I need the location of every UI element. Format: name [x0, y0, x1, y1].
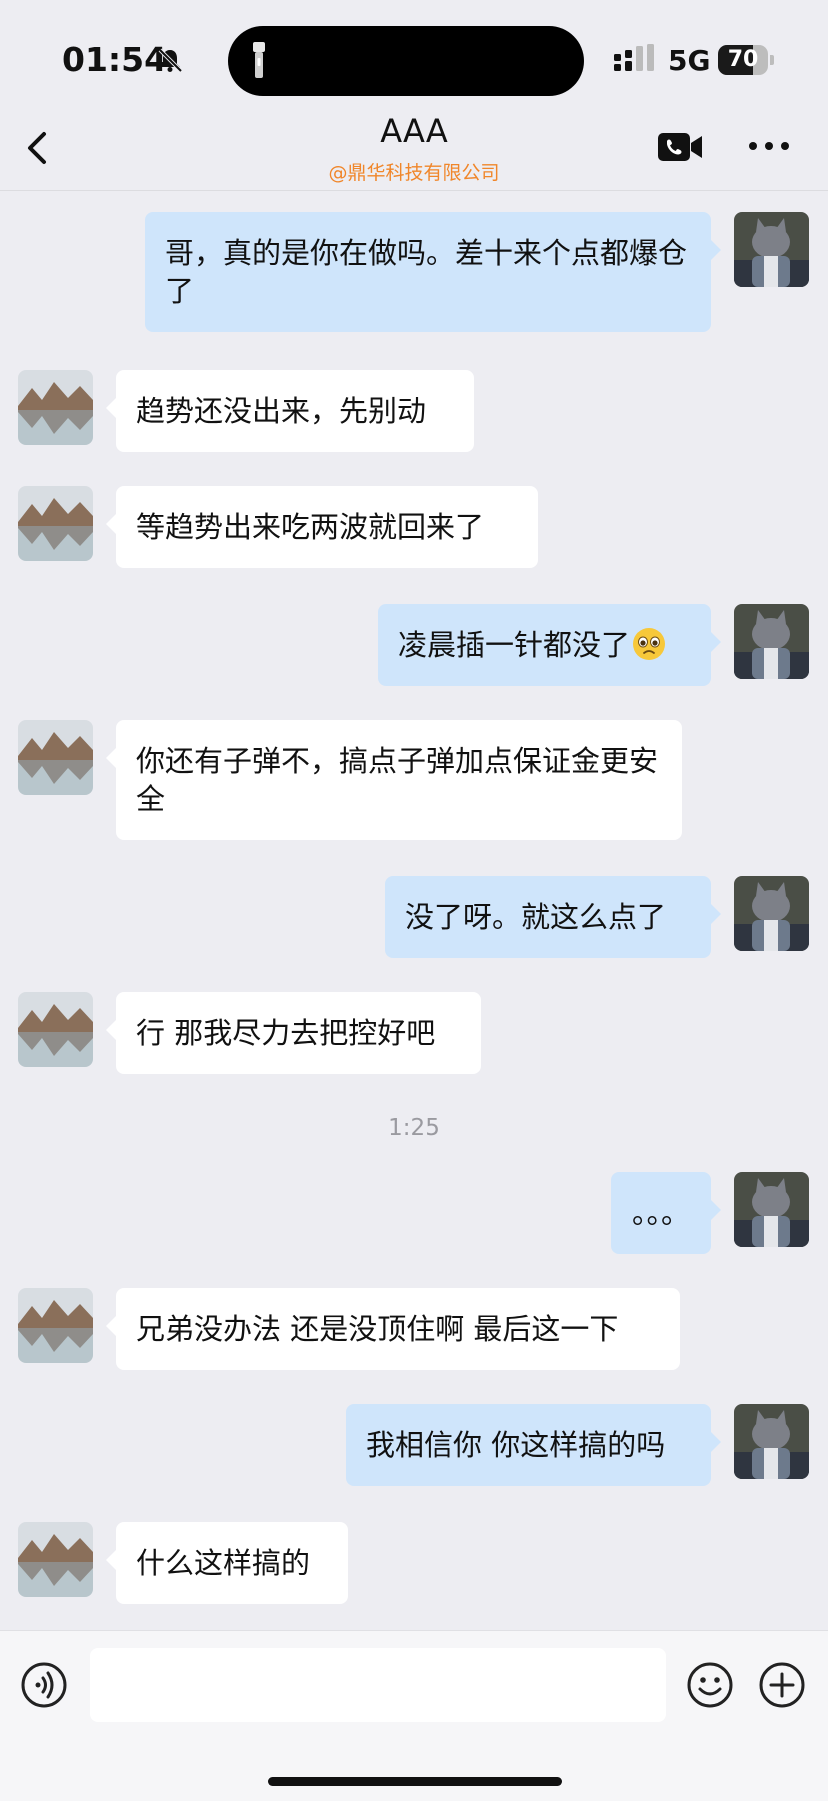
input-bar — [0, 1630, 828, 1801]
bell-muted-icon — [158, 48, 183, 73]
incoming-message-bubble[interactable]: 兄弟没办法 还是没顶住啊 最后这一下 — [106, 1288, 680, 1370]
incoming-message-bubble[interactable]: 什么这样搞的 — [106, 1522, 348, 1604]
emoji-icon[interactable] — [686, 1661, 734, 1709]
voice-input-icon[interactable] — [20, 1661, 68, 1709]
signal-icon — [614, 44, 654, 71]
incoming-message-bubble[interactable]: 你还有子弹不，搞点子弹加点保证金更安全 — [106, 720, 682, 840]
battery-icon: 70 — [718, 45, 776, 75]
pleading-face-icon — [633, 628, 666, 660]
video-call-icon[interactable] — [656, 130, 704, 164]
contact-avatar[interactable] — [18, 720, 93, 795]
outgoing-message-bubble[interactable]: 。。。 — [611, 1172, 721, 1254]
home-indicator[interactable] — [268, 1777, 562, 1786]
more-options-icon[interactable] — [746, 134, 792, 158]
contact-avatar[interactable] — [18, 1288, 93, 1363]
incoming-message-bubble[interactable]: 趋势还没出来，先别动 — [106, 370, 474, 452]
flashlight-icon — [253, 42, 265, 78]
outgoing-message-bubble[interactable]: 我相信你 你这样搞的吗 — [346, 1404, 721, 1486]
dynamic-island — [228, 26, 584, 96]
battery-level: 70 — [727, 47, 759, 72]
contact-avatar[interactable] — [18, 992, 93, 1067]
contact-avatar[interactable] — [18, 486, 93, 561]
my-avatar[interactable] — [734, 1172, 809, 1247]
my-avatar[interactable] — [734, 604, 809, 679]
add-attachment-icon[interactable] — [758, 1661, 806, 1709]
chat-header: AAA @鼎华科技有限公司 — [0, 100, 828, 191]
my-avatar[interactable] — [734, 212, 809, 287]
message-list[interactable]: 哥，真的是你在做吗。差十来个点都爆仓了 趋势还没出来，先别动 等趋势出来吃两波就… — [0, 190, 828, 1630]
incoming-message-bubble[interactable]: 等趋势出来吃两波就回来了 — [106, 486, 538, 568]
message-text: 凌晨插一针都没了 — [398, 628, 631, 662]
contact-avatar[interactable] — [18, 370, 93, 445]
outgoing-message-bubble[interactable]: 没了呀。就这么点了 — [385, 876, 721, 958]
outgoing-message-bubble[interactable]: 凌晨插一针都没了 — [378, 604, 721, 686]
status-time: 01:54 — [62, 40, 168, 79]
message-input[interactable] — [90, 1648, 666, 1722]
timestamp: 1:25 — [388, 1115, 440, 1141]
outgoing-message-bubble[interactable]: 哥，真的是你在做吗。差十来个点都爆仓了 — [145, 212, 721, 332]
my-avatar[interactable] — [734, 876, 809, 951]
network-type: 5G — [668, 44, 711, 77]
status-bar: 01:54 5G 70 — [0, 0, 828, 100]
my-avatar[interactable] — [734, 1404, 809, 1479]
contact-avatar[interactable] — [18, 1522, 93, 1597]
incoming-message-bubble[interactable]: 行 那我尽力去把控好吧 — [106, 992, 481, 1074]
